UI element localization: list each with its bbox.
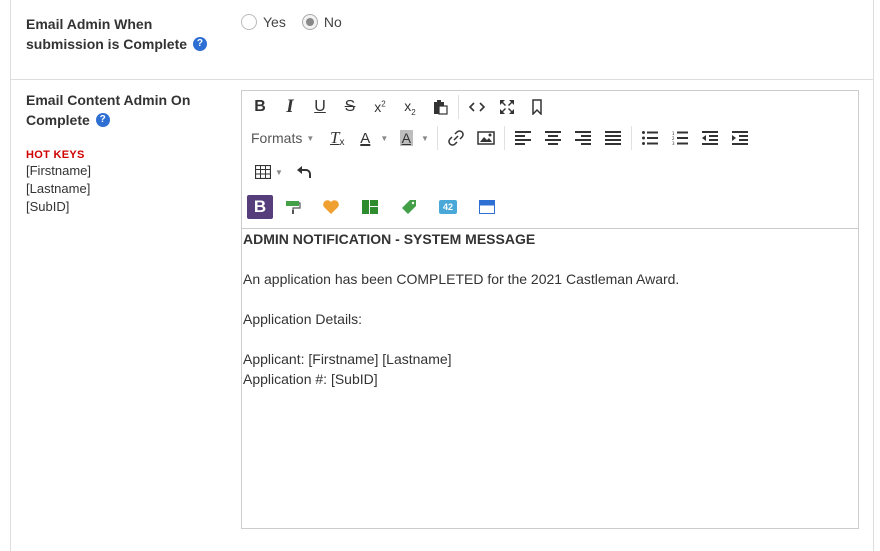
rich-text-editor: B I U S x2 x2 Formats ▼ T x A ▼ A ▼ 1 2 … xyxy=(241,90,859,529)
radio-no-label[interactable]: No xyxy=(324,12,342,32)
panel-right-border xyxy=(873,0,874,551)
row-divider xyxy=(10,79,874,80)
editor-toolbar: B I U S x2 x2 Formats ▼ T x A ▼ A ▼ 1 2 … xyxy=(242,91,858,229)
email-admin-label: Email Admin When submission is Complete … xyxy=(26,14,207,54)
window-icon[interactable] xyxy=(467,193,507,221)
align-center-icon[interactable] xyxy=(538,124,568,152)
radio-yes[interactable] xyxy=(241,14,257,30)
table-icon[interactable]: ▼ xyxy=(249,158,289,186)
hotkey-lastname: [Lastname] xyxy=(26,181,91,196)
bookmark-icon[interactable] xyxy=(522,93,552,121)
image-icon[interactable] xyxy=(471,124,501,152)
email-content-label: Email Content Admin On Complete ? xyxy=(26,92,191,128)
toolbar-separator xyxy=(458,95,459,119)
help-icon[interactable]: ? xyxy=(95,113,110,128)
undo-icon[interactable] xyxy=(289,158,319,186)
toolbar-separator xyxy=(631,126,633,150)
background-color-icon[interactable]: A ▼ xyxy=(394,124,434,152)
content-line: Application #: [SubID] xyxy=(243,371,378,387)
text-color-icon[interactable]: A ▼ xyxy=(354,124,394,152)
panel-left-border xyxy=(10,0,11,551)
align-justify-icon[interactable] xyxy=(598,124,628,152)
chevron-down-icon: ▼ xyxy=(306,133,315,143)
help-icon[interactable]: ? xyxy=(192,37,207,52)
content-heading: ADMIN NOTIFICATION - SYSTEM MESSAGE xyxy=(243,231,536,247)
code-icon[interactable] xyxy=(462,93,492,121)
numbered-list-icon[interactable]: 123 xyxy=(665,124,695,152)
italic-icon[interactable]: I xyxy=(275,93,305,121)
toolbar-separator xyxy=(504,126,506,150)
fullscreen-icon[interactable] xyxy=(492,93,522,121)
layout-icon[interactable] xyxy=(351,193,389,221)
paint-roller-icon[interactable] xyxy=(275,193,311,221)
badge-icon[interactable]: 42 xyxy=(429,193,467,221)
heart-icon[interactable] xyxy=(311,193,351,221)
align-left-icon[interactable] xyxy=(508,124,538,152)
formats-dropdown[interactable]: Formats ▼ xyxy=(245,124,320,152)
bootstrap-icon[interactable]: B xyxy=(245,193,275,221)
toolbar-separator xyxy=(437,126,439,150)
hotkey-firstname: [Firstname] xyxy=(26,163,92,178)
bullet-list-icon[interactable] xyxy=(635,124,665,152)
strikethrough-icon[interactable]: S xyxy=(335,93,365,121)
bold-icon[interactable]: B xyxy=(245,93,275,121)
outdent-icon[interactable] xyxy=(695,124,725,152)
subscript-icon[interactable]: x2 xyxy=(395,93,425,121)
radio-no[interactable] xyxy=(301,14,318,30)
hotkeys-title: HOT KEYS xyxy=(26,149,85,161)
chevron-down-icon: ▼ xyxy=(275,167,283,177)
svg-text:3: 3 xyxy=(672,141,675,145)
underline-icon[interactable]: U xyxy=(305,93,335,121)
link-icon[interactable] xyxy=(441,124,471,152)
tag-icon[interactable] xyxy=(389,193,429,221)
hotkey-subid: [SubID] xyxy=(26,199,70,214)
indent-icon[interactable] xyxy=(725,124,755,152)
clear-formatting-icon[interactable]: Tx xyxy=(320,124,354,152)
content-line: An application has been COMPLETED for th… xyxy=(243,271,680,287)
email-admin-radio-group: Yes No xyxy=(241,12,358,32)
superscript-icon[interactable]: x2 xyxy=(365,93,395,121)
paste-icon[interactable] xyxy=(425,93,455,121)
content-line: Applicant: [Firstname] [Lastname] xyxy=(243,351,452,367)
radio-yes-label[interactable]: Yes xyxy=(263,12,286,32)
align-right-icon[interactable] xyxy=(568,124,598,152)
editor-content-area[interactable]: ADMIN NOTIFICATION - SYSTEM MESSAGE An a… xyxy=(242,229,859,389)
content-line: Application Details: xyxy=(243,311,363,327)
